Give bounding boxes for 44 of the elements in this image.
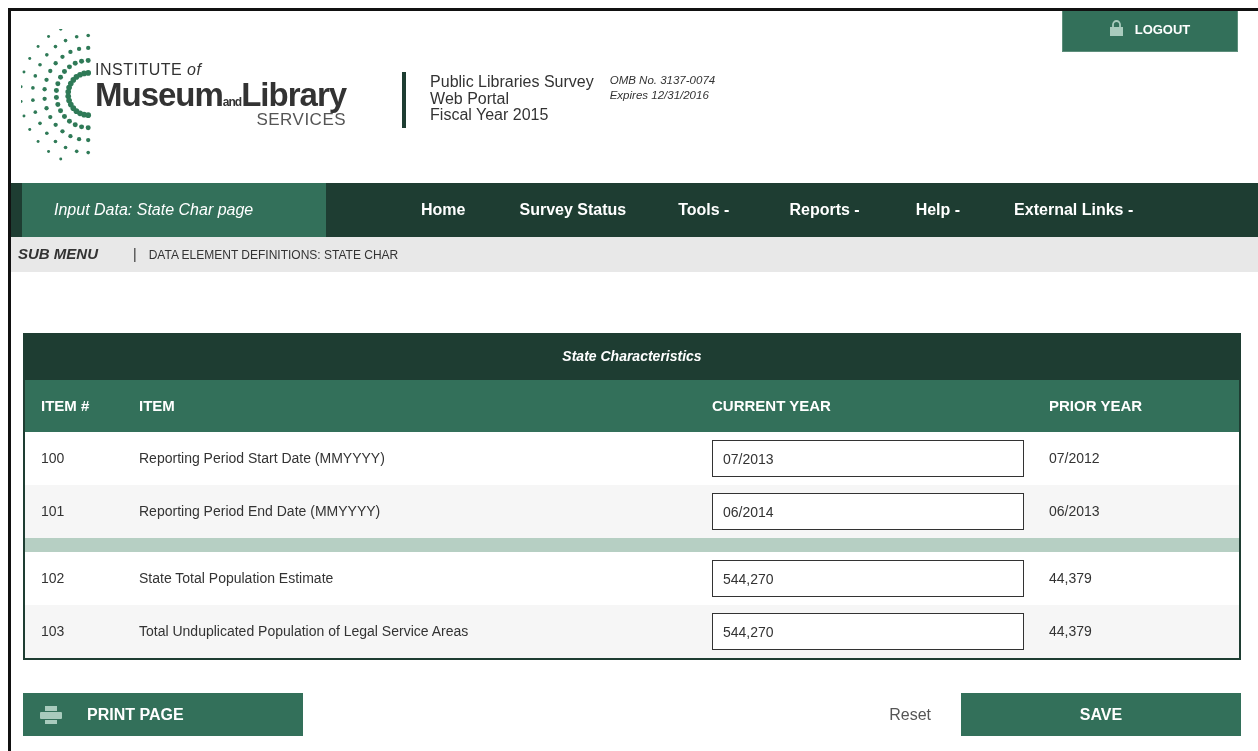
prior-value: 44,379: [1048, 569, 1093, 588]
item-number: 102: [40, 569, 66, 588]
survey-title-line: Web Portal: [430, 90, 510, 108]
nav-item[interactable]: Home: [421, 198, 466, 222]
item-number: 103: [40, 622, 66, 641]
column-header: ITEM: [139, 395, 176, 416]
nav-item[interactable]: Tools -: [678, 198, 730, 222]
nav-item[interactable]: External Links -: [1014, 198, 1134, 222]
submenu-separator: |: [133, 245, 137, 264]
value-input[interactable]: 544,270: [712, 560, 1024, 597]
prior-value: 44,379: [1048, 622, 1093, 641]
item-label: State Total Population Estimate: [139, 569, 335, 588]
prior-value: 06/2013: [1048, 502, 1101, 521]
column-header: ITEM #: [40, 395, 91, 416]
printer-icon: [40, 705, 62, 724]
value-input[interactable]: 06/2014: [712, 493, 1024, 530]
nav-item[interactable]: Survey Status: [519, 198, 627, 222]
print-page-button[interactable]: PRINT PAGE: [23, 693, 303, 736]
logo-text: MuseumandLibrary: [95, 78, 347, 111]
nav-item[interactable]: Reports -: [789, 198, 860, 222]
item-number: 101: [40, 502, 66, 521]
active-page-tab[interactable]: Input Data: State Char page: [22, 183, 326, 237]
value-input[interactable]: 07/2013: [712, 440, 1024, 477]
column-header: PRIOR YEAR: [1048, 395, 1144, 416]
table-title: State Characteristics: [562, 347, 702, 366]
item-label: Reporting Period Start Date (MMYYYY): [139, 449, 386, 468]
item-label: Total Unduplicated Population of Legal Service Areas: [139, 622, 470, 641]
prior-value: 07/2012: [1048, 449, 1101, 468]
survey-title-line: Public Libraries Survey: [430, 73, 594, 91]
omb-text: Expires 12/31/2016: [609, 88, 710, 103]
value-input[interactable]: 544,270: [712, 613, 1024, 650]
omb-text: OMB No. 3137-0074: [609, 73, 716, 88]
reset-link[interactable]: Reset: [889, 702, 931, 727]
logo-text: INSTITUTE of: [95, 62, 204, 78]
item-number: 100: [40, 449, 66, 468]
submenu-title: SUB MENU: [18, 244, 98, 265]
column-header: CURRENT YEAR: [711, 395, 832, 416]
item-label: Reporting Period End Date (MMYYYY): [139, 502, 382, 521]
save-button[interactable]: SAVE: [961, 693, 1241, 736]
lock-icon: [1109, 20, 1123, 36]
submenu-link[interactable]: DATA ELEMENT DEFINITIONS: STATE CHAR: [148, 245, 399, 264]
survey-title-line: Fiscal Year 2015: [430, 107, 550, 125]
logout-button[interactable]: LOGOUT: [1062, 11, 1238, 52]
nav-item[interactable]: Help -: [915, 198, 961, 222]
